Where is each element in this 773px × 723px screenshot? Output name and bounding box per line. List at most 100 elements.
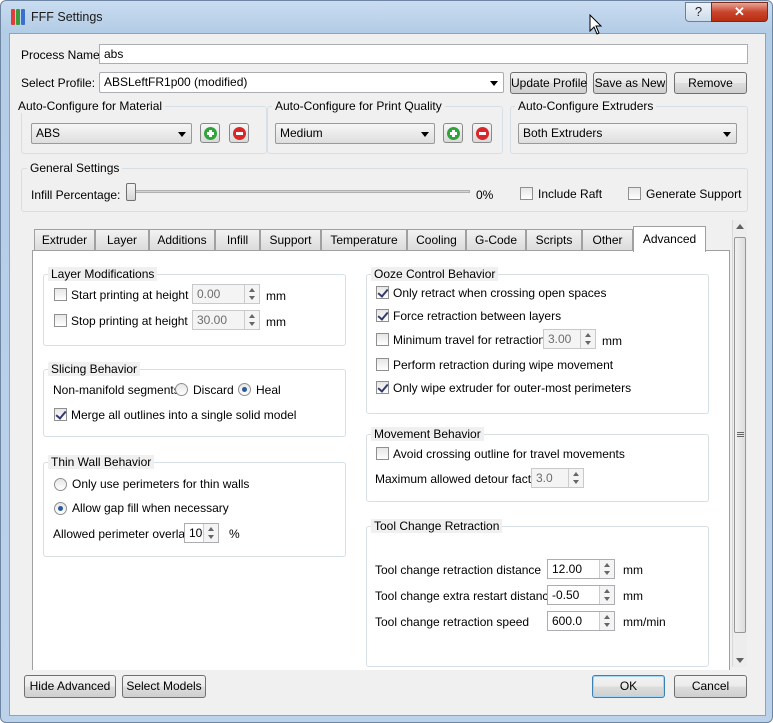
tool-change-distance-input[interactable]: 12.00 [547,559,615,579]
minus-icon [233,127,246,140]
infill-slider-thumb[interactable] [126,183,136,201]
scrollbar-thumb[interactable] [734,237,746,633]
help-button[interactable]: ? [685,2,712,22]
tool-change-title: Tool Change Retraction [371,519,503,533]
force-retract-label: Force retraction between layers [393,309,562,323]
tab-temperature[interactable]: Temperature [321,229,407,251]
auto-material-title: Auto-Configure for Material [15,99,166,113]
wipe-retract-label: Perform retraction during wipe movement [393,358,614,372]
detour-factor-label: Maximum allowed detour factor [375,472,542,486]
vertical-scrollbar[interactable] [732,220,747,667]
min-travel-input[interactable]: 3.00 [543,329,596,349]
stop-height-label: Stop printing at height [71,314,188,328]
cancel-button[interactable]: Cancel [674,675,747,698]
quality-select[interactable]: Medium [275,123,435,144]
movement-behavior-title: Movement Behavior [371,427,484,441]
overlap-input[interactable]: 10 [184,523,219,543]
tab-layer[interactable]: Layer [95,229,149,251]
perimeters-only-label: Only use perimeters for thin walls [72,477,250,491]
detour-factor-input[interactable]: 3.0 [531,468,584,488]
merge-outlines-checkbox[interactable] [54,408,67,421]
profile-select[interactable]: ABSLeftFR1p00 (modified) [99,72,504,93]
avoid-crossing-checkbox[interactable] [376,447,389,460]
settings-window: FFF Settings ? ✕ Process Name: abs Selec… [0,0,773,723]
only-retract-checkbox[interactable] [376,286,389,299]
min-travel-label: Minimum travel for retraction [393,333,546,347]
overlap-label: Allowed perimeter overlap [53,527,192,541]
mouse-cursor-icon [589,14,603,35]
infill-slider-track[interactable] [128,190,470,193]
nonmanifold-label: Non-manifold segments: [53,383,184,397]
include-raft-label: Include Raft [538,187,603,201]
include-raft-checkbox[interactable] [520,187,533,200]
stop-height-unit: mm [266,315,286,329]
tab-support[interactable]: Support [260,229,321,251]
discard-radio[interactable] [175,383,188,396]
stop-height-input[interactable]: 30.00 [192,310,260,330]
window-title: FFF Settings [31,10,103,24]
force-retract-checkbox[interactable] [376,309,389,322]
chevron-down-icon [490,81,498,86]
tab-cooling[interactable]: Cooling [407,229,466,251]
select-profile-label: Select Profile: [21,76,96,90]
tool-change-extra-unit: mm [623,589,643,603]
tab-scripts[interactable]: Scripts [526,229,582,251]
minus-icon [476,127,489,140]
extruders-select[interactable]: Both Extruders [518,123,737,144]
generate-support-label: Generate Support [646,187,742,201]
overlap-unit: % [229,527,240,541]
layer-modifications-title: Layer Modifications [48,267,158,281]
remove-quality-button[interactable] [472,123,492,143]
select-models-button[interactable]: Select Models [122,675,206,698]
add-quality-button[interactable] [443,123,463,143]
tab-gcode[interactable]: G-Code [466,229,526,251]
tool-change-distance-unit: mm [623,563,643,577]
heal-radio[interactable] [238,383,251,396]
merge-outlines-label: Merge all outlines into a single solid m… [71,408,297,422]
only-wipe-checkbox[interactable] [376,381,389,394]
tab-infill[interactable]: Infill [215,229,260,251]
start-height-unit: mm [266,289,286,303]
process-name-input[interactable]: abs [99,44,748,64]
heal-label: Heal [256,383,281,397]
tab-extruder[interactable]: Extruder [34,229,95,251]
scroll-down-icon[interactable] [736,658,744,663]
general-settings-title: General Settings [27,161,123,175]
tab-other[interactable]: Other [582,229,633,251]
generate-support-checkbox[interactable] [628,187,641,200]
gap-fill-label: Allow gap fill when necessary [72,501,229,515]
chevron-down-icon [723,132,731,137]
discard-label: Discard [193,383,234,397]
plus-icon [204,127,217,140]
thin-wall-title: Thin Wall Behavior [48,455,155,469]
add-material-button[interactable] [200,123,220,143]
hide-advanced-button[interactable]: Hide Advanced [24,675,116,698]
perimeters-only-radio[interactable] [54,478,67,491]
close-button[interactable]: ✕ [711,2,768,22]
min-travel-checkbox[interactable] [376,333,389,346]
ok-button[interactable]: OK [592,675,665,698]
tool-change-speed-input[interactable]: 600.0 [547,611,615,631]
advanced-tab-panel: Layer Modifications Start printing at he… [32,250,730,670]
tool-change-extra-label: Tool change extra restart distance [375,589,556,603]
infill-value: 0% [476,188,494,202]
tab-additions[interactable]: Additions [149,229,215,251]
gap-fill-radio[interactable] [54,502,67,515]
remove-material-button[interactable] [229,123,249,143]
remove-profile-button[interactable]: Remove [674,72,747,94]
save-as-new-button[interactable]: Save as New [593,72,667,94]
start-height-checkbox[interactable] [54,288,67,301]
tab-advanced[interactable]: Advanced [633,226,706,252]
tool-change-extra-input[interactable]: -0.50 [547,585,615,605]
start-height-input[interactable]: 0.00 [192,284,260,304]
material-select[interactable]: ABS [31,123,192,144]
update-profile-button[interactable]: Update Profile [510,72,587,94]
plus-icon [447,127,460,140]
stop-height-checkbox[interactable] [54,314,67,327]
client-area: Process Name: abs Select Profile: ABSLef… [9,33,766,716]
auto-extruders-title: Auto-Configure Extruders [515,99,657,113]
scroll-up-icon[interactable] [736,224,744,229]
tab-bar: Extruder Layer Additions Infill Support … [34,226,714,252]
wipe-retract-checkbox[interactable] [376,358,389,371]
only-wipe-label: Only wipe extruder for outer-most perime… [393,381,632,395]
